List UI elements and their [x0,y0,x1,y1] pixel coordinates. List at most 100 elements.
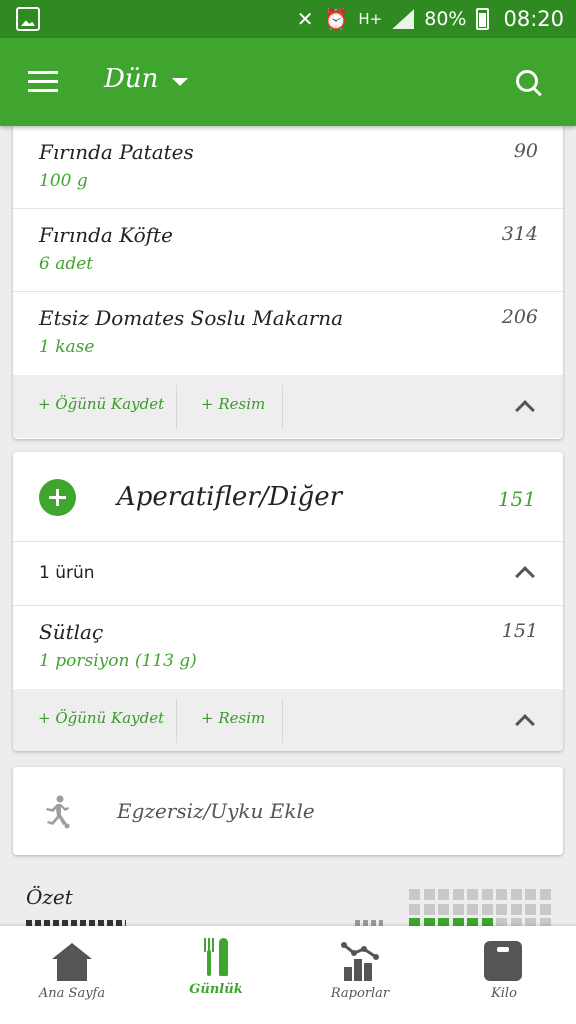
summary-block [467,903,478,915]
summary-block [525,918,536,926]
collapse-chevron-up-icon[interactable] [515,566,535,586]
search-icon[interactable] [516,70,542,96]
meal-header[interactable]: Aperatifler/Diğer 151 [13,452,563,542]
summary-block [510,889,522,900]
summary-block [467,918,478,926]
meal-card-snacks: Aperatifler/Diğer 151 1 ürün Sütlaç 1 po… [13,452,563,751]
day-selector-label[interactable]: Dün [104,64,158,94]
divider [176,699,177,743]
summary-block [496,918,507,926]
summary-block [438,889,449,900]
food-item-row[interactable]: Fırında Köfte 6 adet 314 [13,209,563,292]
save-meal-button[interactable]: + Öğünü Kaydet [38,395,164,413]
nav-weight[interactable]: Kilo [432,926,576,1024]
alarm-icon: ⏰ [323,7,349,31]
food-calories: 206 [501,306,538,328]
divider [176,385,177,429]
reports-icon [340,941,380,981]
summary-block [452,918,464,926]
summary-block [496,903,507,915]
summary-row-clipped [26,918,156,926]
food-calories: 314 [501,223,538,245]
battery-icon [476,8,490,30]
summary-block [539,918,551,926]
nav-label: Kilo [491,986,517,1001]
mute-icon: ✕ [296,7,314,31]
battery-percent: 80% [424,8,467,30]
save-meal-button[interactable]: + Öğünü Kaydet [38,709,164,727]
summary-block [496,889,507,900]
summary-block [525,889,536,900]
divider [282,385,283,429]
summary-block [409,889,420,900]
summary-block [539,889,551,900]
summary-block [438,903,449,915]
food-calories: 90 [513,140,538,162]
add-photo-button[interactable]: + Resim [201,395,265,413]
add-photo-button[interactable]: + Resim [201,709,265,727]
clock: 08:20 [503,7,564,31]
nav-diary[interactable]: Günlük [144,926,288,1024]
summary-block [438,918,449,926]
nav-label: Ana Sayfa [38,986,106,1001]
food-quantity: 1 porsiyon (113 g) [39,651,197,671]
running-person-icon [46,795,70,829]
collapse-chevron-up-icon[interactable] [515,400,535,420]
food-item-row[interactable]: Fırında Patates 100 g 90 [13,126,563,209]
gallery-notification-icon [16,7,40,31]
app-bar: Dün [0,38,576,126]
food-name: Fırında Köfte [39,223,173,247]
home-icon [52,943,92,981]
signal-icon [392,9,415,29]
summary-block [467,889,478,900]
collapse-chevron-up-icon[interactable] [515,714,535,734]
summary-block [423,903,435,915]
status-bar: ✕ ⏰ H+ 80% 08:20 [0,0,576,38]
summary-block-grid [409,889,552,926]
food-quantity: 100 g [39,171,88,191]
food-quantity: 1 kase [39,337,95,357]
food-name: Fırında Patates [39,140,194,164]
summary-block [481,903,493,915]
meal-card-previous: Fırında Patates 100 g 90 Fırında Köfte 6… [13,126,563,439]
food-name: Sütlaç [39,620,104,644]
meal-calories: 151 [497,487,536,511]
food-name: Etsiz Domates Soslu Makarna [39,306,344,330]
summary-block [409,903,420,915]
summary-block [510,903,522,915]
summary-block [452,903,464,915]
scale-icon [484,941,522,981]
summary-block [423,889,435,900]
add-food-icon[interactable] [39,479,76,516]
item-count-row[interactable]: 1 ürün [13,542,563,606]
nav-label: Günlük [189,982,243,997]
nav-home[interactable]: Ana Sayfa [0,926,144,1024]
nav-reports[interactable]: Raporlar [288,926,432,1024]
add-exercise-label: Egzersiz/Uyku Ekle [117,799,315,823]
meal-action-bar: + Öğünü Kaydet + Resim [13,375,563,438]
network-type-label: H+ [358,9,383,28]
summary-title: Özet [26,885,73,909]
bottom-navigation: Ana Sayfa Günlük Raporlar Kilo [0,926,576,1024]
summary-block [409,918,420,926]
food-item-row[interactable]: Etsiz Domates Soslu Makarna 1 kase 206 [13,292,563,375]
summary-block [510,918,522,926]
dropdown-caret-icon[interactable] [172,78,188,86]
summary-block [423,918,435,926]
nav-label: Raporlar [330,986,390,1001]
food-calories: 151 [501,620,538,642]
meal-title: Aperatifler/Diğer [117,482,343,512]
summary-block [539,903,551,915]
menu-icon[interactable] [28,71,58,93]
cutlery-icon [200,936,232,976]
food-item-row[interactable]: Sütlaç 1 porsiyon (113 g) 151 [13,606,563,689]
item-count-label: 1 ürün [39,563,95,583]
summary-block [525,903,536,915]
food-quantity: 6 adet [39,254,94,274]
summary-block [481,918,493,926]
summary-block [452,889,464,900]
divider [282,699,283,743]
add-exercise-card[interactable]: Egzersiz/Uyku Ekle [13,767,563,855]
summary-block [481,889,493,900]
meal-action-bar: + Öğünü Kaydet + Resim [13,689,563,751]
